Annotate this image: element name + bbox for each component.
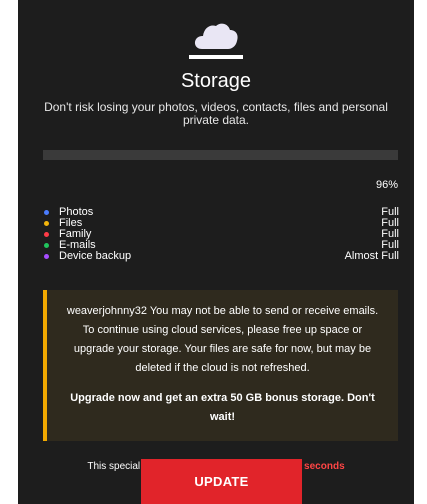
offer-text: This special bbox=[87, 461, 141, 472]
cloud-icon bbox=[189, 17, 243, 61]
warning-callout: weaverjohnny32 You may not be able to se… bbox=[43, 290, 398, 441]
page-subtitle: Don't risk losing your photos, videos, c… bbox=[44, 100, 388, 127]
storage-dialog: Storage Don't risk losing your photos, v… bbox=[18, 0, 414, 504]
warning-message: weaverjohnny32 You may not be able to se… bbox=[66, 305, 379, 374]
bullet-dot-icon bbox=[44, 243, 49, 248]
storage-category-list: Photos Full Files Full Family Full E-mai… bbox=[44, 207, 399, 262]
list-item: Photos Full bbox=[44, 207, 399, 218]
page: Storage Don't risk losing your photos, v… bbox=[0, 0, 427, 504]
bullet-dot-icon bbox=[44, 221, 49, 226]
page-title: Storage bbox=[180, 70, 252, 92]
storage-percent: 96% bbox=[375, 179, 398, 191]
storage-progress-bar bbox=[43, 150, 398, 160]
list-item: Family Full bbox=[44, 229, 399, 240]
bullet-dot-icon bbox=[44, 210, 49, 215]
list-item: Files Full bbox=[44, 218, 399, 229]
storage-progress-fill bbox=[43, 150, 384, 160]
upgrade-offer-text: Upgrade now and get an extra 50 GB bonus… bbox=[70, 392, 375, 423]
category-label: Device backup bbox=[59, 250, 132, 262]
list-item: Device backup Almost Full bbox=[44, 251, 399, 262]
category-status: Almost Full bbox=[344, 250, 399, 262]
update-button[interactable]: UPDATE bbox=[141, 459, 302, 504]
bullet-dot-icon bbox=[44, 232, 49, 237]
bullet-dot-icon bbox=[44, 254, 49, 259]
